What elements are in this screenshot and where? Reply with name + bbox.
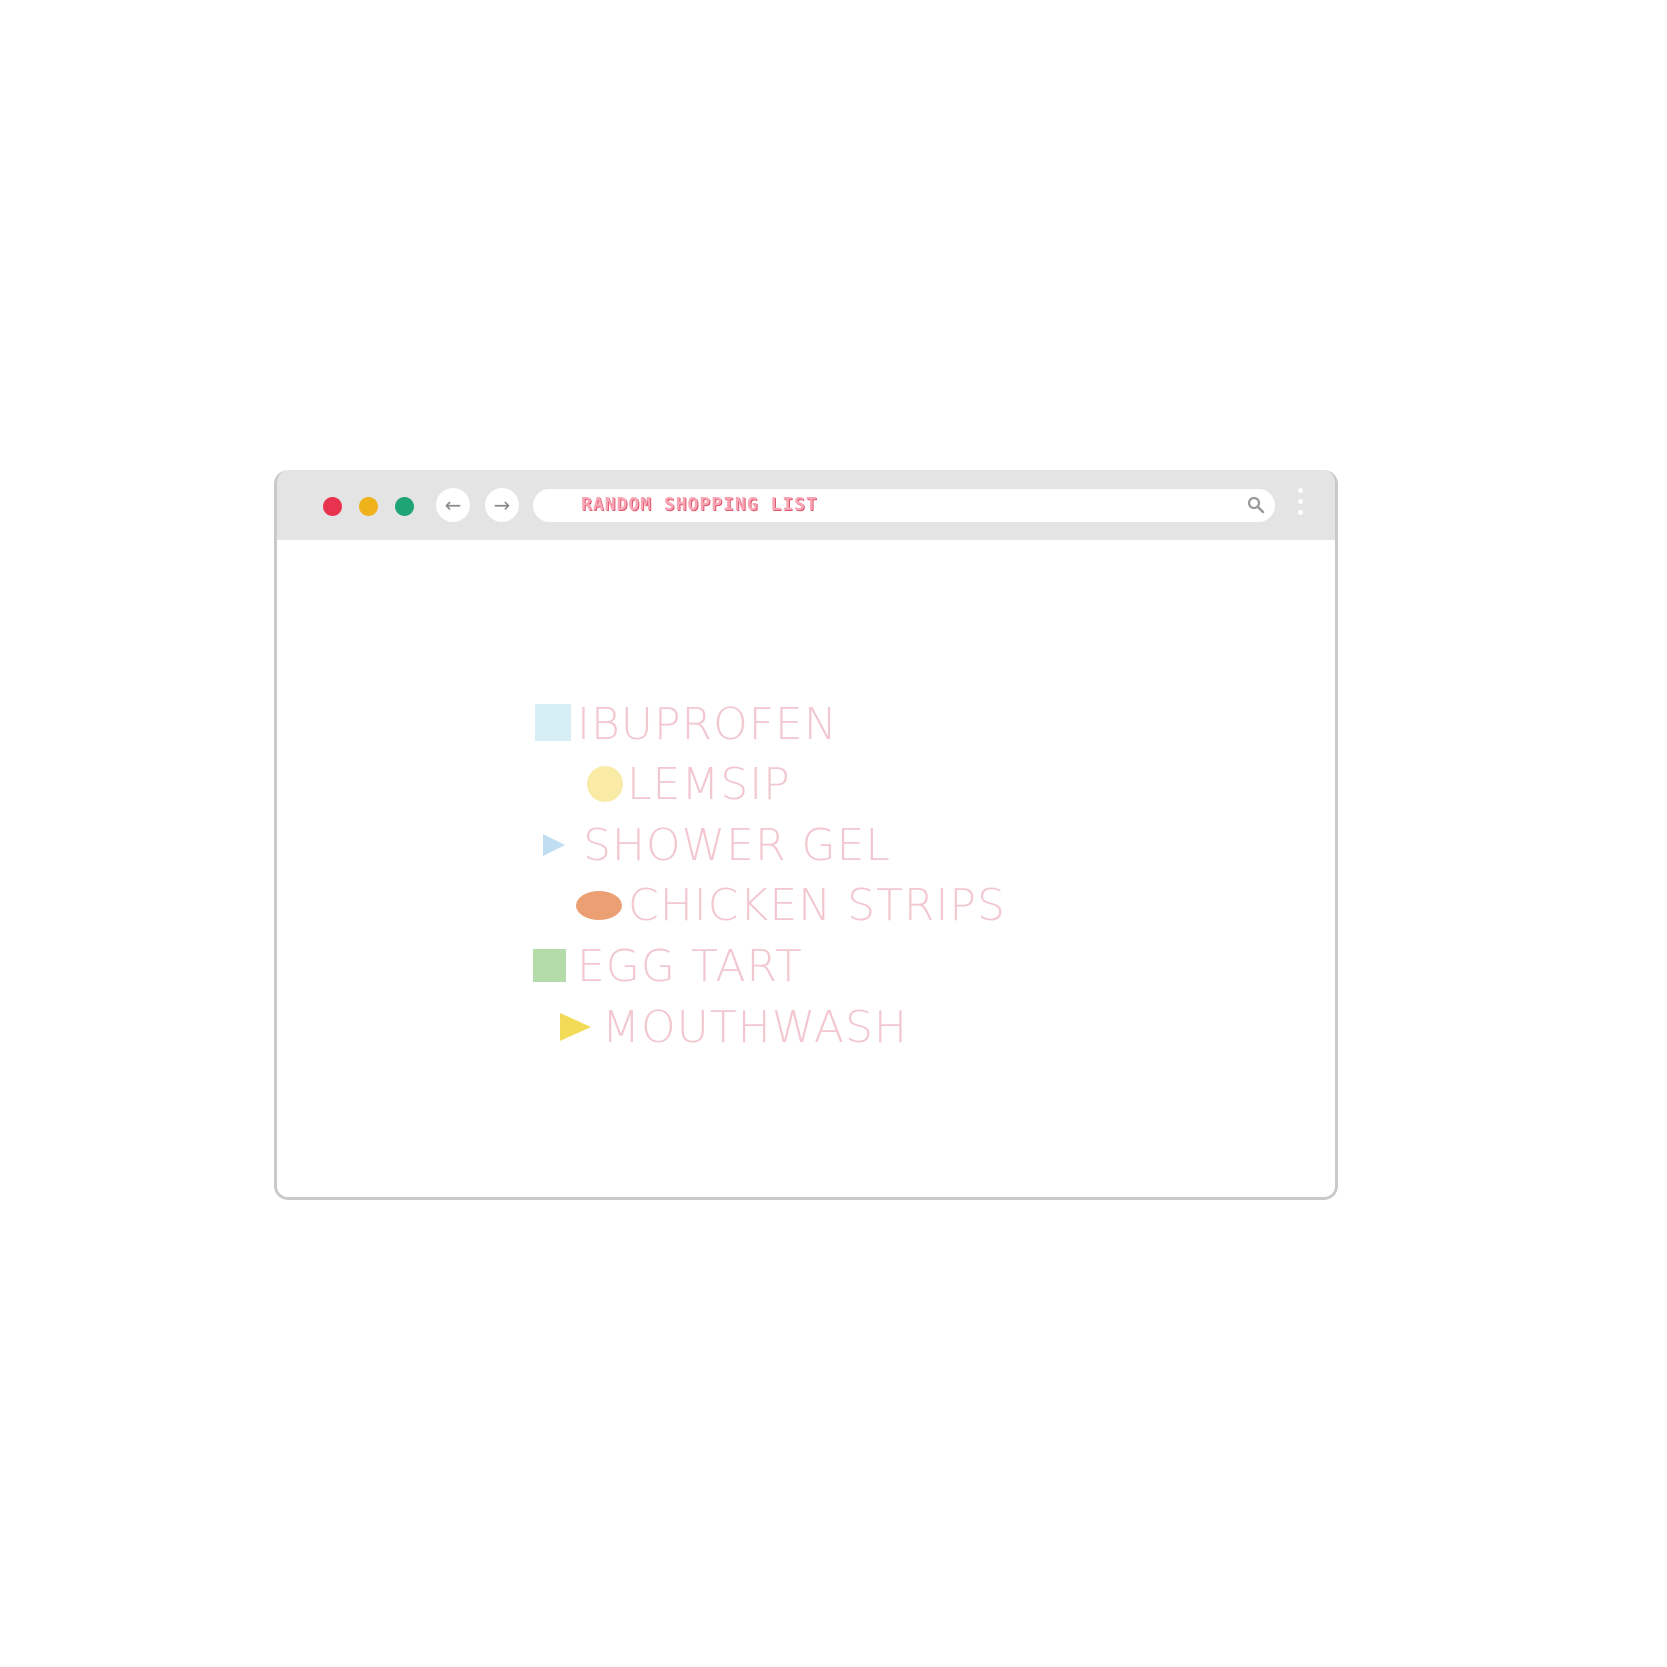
square-marker-icon <box>535 704 571 741</box>
page: ← → RANDOM SHOPPING LIST IBUPROFEN LEMSI… <box>0 0 1667 1667</box>
browser-window: ← → RANDOM SHOPPING LIST IBUPROFEN LEMSI… <box>274 470 1338 1200</box>
ellipse-marker-icon <box>576 891 622 920</box>
back-button[interactable]: ← <box>436 488 470 522</box>
maximize-window-button[interactable] <box>395 497 414 516</box>
address-bar[interactable]: RANDOM SHOPPING LIST <box>533 489 1275 522</box>
kebab-menu-icon[interactable] <box>1296 488 1304 524</box>
search-icon[interactable] <box>1247 496 1265 514</box>
list-item-label: EGG TART <box>577 941 803 992</box>
list-item-label: IBUPROFEN <box>577 699 838 750</box>
triangle-marker-icon <box>543 834 565 856</box>
square-marker-icon <box>533 949 566 982</box>
list-item-label: MOUTHWASH <box>602 1002 908 1053</box>
forward-button[interactable]: → <box>485 488 519 522</box>
arrow-left-icon: ← <box>444 493 462 517</box>
browser-toolbar: ← → RANDOM SHOPPING LIST <box>277 470 1335 540</box>
list-item-label: SHOWER GEL <box>583 820 891 871</box>
list-item-label: CHICKEN STRIPS <box>628 880 1006 931</box>
circle-marker-icon <box>587 766 623 802</box>
page-content: IBUPROFEN LEMSIP SHOWER GEL CHICKEN STRI… <box>277 540 1335 1197</box>
list-item-label: LEMSIP <box>627 759 791 810</box>
arrow-right-icon: → <box>493 493 511 517</box>
minimize-window-button[interactable] <box>359 497 378 516</box>
address-bar-text: RANDOM SHOPPING LIST <box>581 494 818 515</box>
triangle-marker-icon <box>560 1013 591 1041</box>
close-window-button[interactable] <box>323 497 342 516</box>
